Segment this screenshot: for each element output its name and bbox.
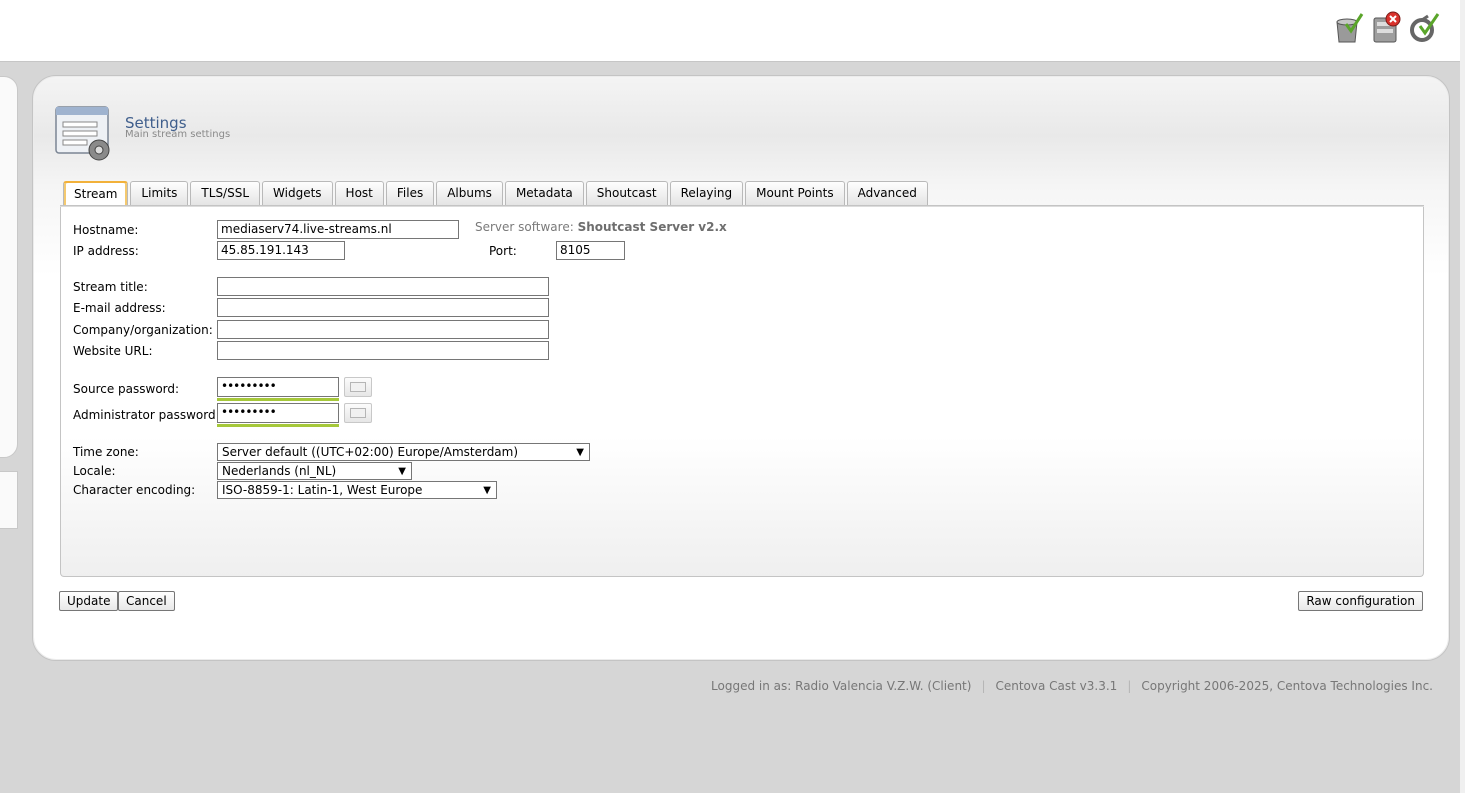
source-password-input[interactable]: ••••••••• [217,377,339,397]
tab-relaying[interactable]: Relaying [669,181,744,206]
tab-stream[interactable]: Stream [63,181,129,206]
cancel-button[interactable]: Cancel [118,591,175,611]
ip-address-label: IP address: [73,244,139,258]
footer-separator: | [981,679,986,693]
key-icon [350,382,366,392]
website-input[interactable] [217,341,549,360]
timezone-value: Server default ((UTC+02:00) Europe/Amste… [222,445,519,459]
tab-shoutcast[interactable]: Shoutcast [585,181,668,206]
page-scrollbar[interactable] [1460,0,1465,793]
locale-label: Locale: [73,464,116,478]
tab-widgets[interactable]: Widgets [262,181,333,206]
encoding-select[interactable]: ISO-8859-1: Latin-1, West Europe ▼ [217,481,497,499]
timezone-select[interactable]: Server default ((UTC+02:00) Europe/Amste… [217,443,590,461]
hostname-label: Hostname: [73,223,139,237]
page-footer: Logged in as: Radio Valencia V.Z.W. (Cli… [711,679,1433,693]
server-stop-icon[interactable] [1368,10,1402,46]
update-button[interactable]: Update [59,591,119,611]
server-ok-icon[interactable] [1330,10,1364,46]
admin-password-strength [217,424,339,427]
encoding-value: ISO-8859-1: Latin-1, West Europe [222,483,423,497]
tab-tls-ssl[interactable]: TLS/SSL [190,181,261,206]
copyright-text: Copyright 2006-2025, Centova Technologie… [1141,679,1433,693]
stream-title-label: Stream title: [73,280,148,294]
server-restart-icon[interactable] [1406,10,1440,46]
logged-in-text: Logged in as: Radio Valencia V.Z.W. (Cli… [711,679,972,693]
generate-source-password-button[interactable] [344,377,372,397]
source-password-label: Source password: [73,382,180,396]
locale-select[interactable]: Nederlands (nl_NL) ▼ [217,462,412,480]
company-input[interactable] [217,320,549,339]
timezone-label: Time zone: [73,445,139,459]
key-icon [350,408,366,418]
top-header [0,0,1460,62]
hostname-input[interactable]: mediaserv74.live-streams.nl [217,220,459,239]
version-text: Centova Cast v3.3.1 [995,679,1118,693]
tab-albums[interactable]: Albums [436,181,503,206]
email-label: E-mail address: [73,301,166,315]
chevron-down-icon: ▼ [483,485,491,496]
settings-form-icon [53,102,117,166]
server-software: Server software: Shoutcast Server v2.x [475,220,727,234]
source-password-strength [217,398,339,401]
admin-password-input[interactable]: ••••••••• [217,403,339,423]
chevron-down-icon: ▼ [398,466,406,477]
tab-advanced[interactable]: Advanced [846,181,928,206]
server-controls [1330,10,1440,46]
footer-separator: | [1127,679,1132,693]
company-label: Company/organization: [73,323,213,337]
locale-value: Nederlands (nl_NL) [222,464,337,478]
tab-files[interactable]: Files [385,181,435,206]
tab-mount-points[interactable]: Mount Points [745,181,845,206]
server-software-label: Server software: [475,220,574,234]
tab-host[interactable]: Host [334,181,384,206]
settings-card: Settings Main stream settings Stream Lim… [32,75,1450,661]
email-input[interactable] [217,298,549,317]
page-subtitle: Main stream settings [125,129,231,140]
settings-tabs: Stream Limits TLS/SSL Widgets Host Files… [63,181,928,206]
tab-metadata[interactable]: Metadata [504,181,584,206]
port-label: Port: [489,244,517,258]
tab-limits[interactable]: Limits [130,181,189,206]
website-label: Website URL: [73,344,153,358]
server-software-value: Shoutcast Server v2.x [577,220,727,234]
stream-title-input[interactable] [217,277,549,296]
admin-password-label: Administrator password: [73,408,220,422]
left-sidebar-panel [0,76,18,458]
ip-address-input[interactable]: 45.85.191.143 [217,241,345,260]
port-input[interactable]: 8105 [556,241,625,260]
encoding-label: Character encoding: [73,483,196,497]
chevron-down-icon: ▼ [576,447,584,458]
raw-configuration-button[interactable]: Raw configuration [1298,591,1423,611]
generate-admin-password-button[interactable] [344,403,372,423]
stream-settings-form: Hostname: mediaserv74.live-streams.nl Se… [60,207,1424,577]
left-sidebar-box [0,471,18,529]
